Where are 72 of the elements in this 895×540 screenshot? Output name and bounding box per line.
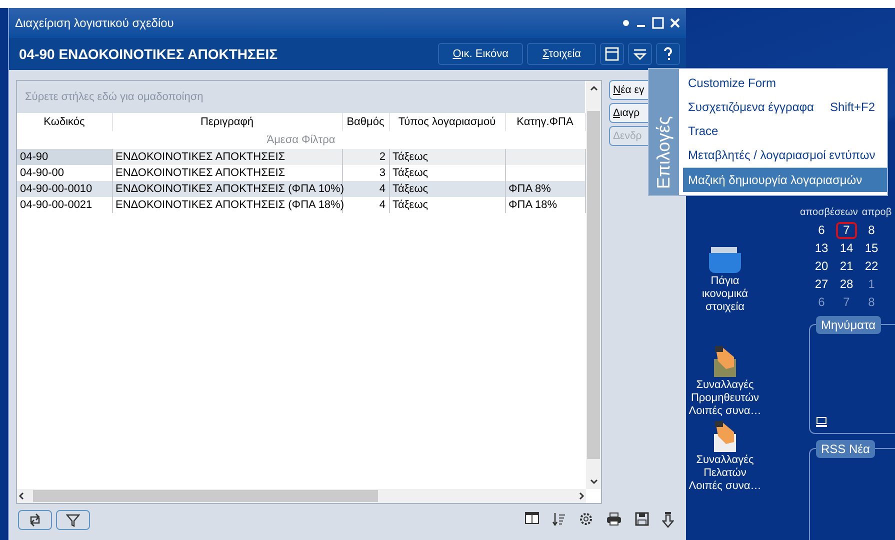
table-cell: ΦΠΑ 18% bbox=[505, 197, 585, 213]
record-title: 04-90 ΕΝΔΟΚΟΙΝΟΤΙΚΕΣ ΑΠΟΚΤΗΣΕΙΣ bbox=[19, 46, 279, 62]
table-cell: 4 bbox=[342, 197, 389, 213]
table-cell: ΕΝΔΟΚΟΙΝΟΤΙΚΕΣ ΑΠΟΚΤΗΣΕΙΣ bbox=[112, 149, 342, 165]
column-header[interactable]: Περιγραφή bbox=[112, 113, 342, 131]
column-header[interactable]: Κατηγ.ΦΠΑ bbox=[505, 113, 585, 131]
calendar-day[interactable]: 21 bbox=[834, 258, 859, 275]
calendar-day[interactable]: 8 bbox=[859, 294, 884, 311]
layout-icon[interactable] bbox=[600, 43, 624, 65]
header-button[interactable]: Στοιχεία bbox=[527, 43, 596, 65]
calendar-day[interactable]: 28 bbox=[834, 276, 859, 293]
calendar-day[interactable]: 8 bbox=[859, 222, 884, 239]
calendar-day[interactable]: 6 bbox=[809, 294, 834, 311]
column-header[interactable]: Κωδικός bbox=[17, 113, 112, 131]
table-cell: 4 bbox=[342, 181, 389, 197]
sort-icon[interactable] bbox=[552, 512, 566, 526]
calendar-day[interactable]: 7 bbox=[834, 294, 859, 311]
filter-icon[interactable] bbox=[66, 513, 80, 527]
calendar-day[interactable]: 27 bbox=[809, 276, 834, 293]
settings-icon[interactable] bbox=[579, 512, 593, 526]
shortcut-label[interactable]: Συναλλαγές Πελατών Λοιπές συνα… bbox=[688, 454, 762, 493]
filter-button[interactable] bbox=[56, 510, 90, 530]
refresh-icon[interactable] bbox=[28, 513, 42, 527]
calendar-day[interactable]: 20 bbox=[809, 258, 834, 275]
column-header[interactable]: Βαθμός bbox=[342, 113, 389, 131]
calendar-day[interactable]: 15 bbox=[859, 240, 884, 257]
table-cell: 2 bbox=[342, 149, 389, 165]
panel-title: RSS Νέα bbox=[816, 440, 875, 458]
export-icon[interactable] bbox=[662, 512, 674, 528]
shortcut-label[interactable]: Πάγια ικονομικά στοιχεία bbox=[702, 275, 748, 314]
group-by-hint: Σύρετε στήλες εδώ για ομαδοποίηση bbox=[17, 81, 585, 113]
table-cell: ΕΝΔΟΚΟΙΝΟΤΙΚΕΣ ΑΠΟΚΤΗΣΕΙΣ (ΦΠΑ 10%) bbox=[112, 181, 342, 197]
close-icon[interactable] bbox=[670, 18, 680, 28]
shortcut-label[interactable]: Συναλλαγές Προμηθευτών Λοιπές συνα… bbox=[688, 379, 762, 418]
scrollbar-thumb[interactable] bbox=[33, 490, 378, 502]
menu-item[interactable]: Μεταβλητές / λογαριασμοί εντύπων bbox=[683, 143, 887, 167]
table-cell: ΦΠΑ 8% bbox=[505, 181, 585, 197]
window-title: Διαχείριση λογιστικού σχεδίου bbox=[15, 16, 175, 30]
calendar-day[interactable]: 7 bbox=[836, 222, 857, 239]
menu-item[interactable]: Customize Form bbox=[683, 71, 887, 95]
calendar-day[interactable]: 22 bbox=[859, 258, 884, 275]
print-icon[interactable] bbox=[606, 512, 622, 526]
calendar-header: αποσβέσεων bbox=[800, 207, 858, 219]
maximize-icon[interactable] bbox=[652, 17, 664, 29]
calendar-day[interactable]: 6 bbox=[809, 222, 834, 239]
table-cell: ΕΝΔΟΚΟΙΝΟΤΙΚΕΣ ΑΠΟΚΤΗΣΕΙΣ (ΦΠΑ 18%) bbox=[112, 197, 342, 213]
menu-side-label: Επιλογές bbox=[649, 69, 679, 195]
calendar-day[interactable]: 1 bbox=[859, 276, 884, 293]
save-icon[interactable] bbox=[635, 512, 649, 526]
table-cell: 04-90 bbox=[17, 149, 112, 165]
header-button[interactable]: Οικ. Εικόνα bbox=[438, 43, 524, 65]
columns-icon[interactable] bbox=[525, 512, 539, 524]
calendar-day[interactable]: 14 bbox=[834, 240, 859, 257]
menu-item[interactable]: Trace bbox=[683, 119, 887, 143]
table-cell: Τάξεως bbox=[389, 149, 505, 165]
computer-icon[interactable] bbox=[816, 417, 827, 427]
pin-icon[interactable] bbox=[622, 19, 630, 27]
calendar-header: απροβ bbox=[862, 207, 892, 219]
refresh-button[interactable] bbox=[18, 510, 52, 530]
tray-icon bbox=[708, 245, 742, 275]
scrollbar-thumb[interactable] bbox=[587, 111, 600, 459]
menu-item[interactable]: Συσχετιζόμενα έγγραφα Shift+F2 bbox=[683, 95, 887, 119]
options-menu-icon[interactable] bbox=[628, 43, 652, 65]
table-cell: 04-90-00-0010 bbox=[17, 181, 112, 197]
calendar-day[interactable]: 13 bbox=[809, 240, 834, 257]
table-cell: Τάξεως bbox=[389, 197, 505, 213]
menu-item[interactable]: Μαζική δημιουργία λογαριασμών bbox=[683, 167, 887, 192]
panel-title: Μηνύματα bbox=[816, 316, 881, 334]
table-cell: Τάξεως bbox=[389, 181, 505, 197]
table-cell: 04-90-00-0021 bbox=[17, 197, 112, 213]
help-icon[interactable] bbox=[656, 43, 680, 65]
column-header[interactable]: Τύπος λογαριασμού bbox=[389, 113, 505, 131]
